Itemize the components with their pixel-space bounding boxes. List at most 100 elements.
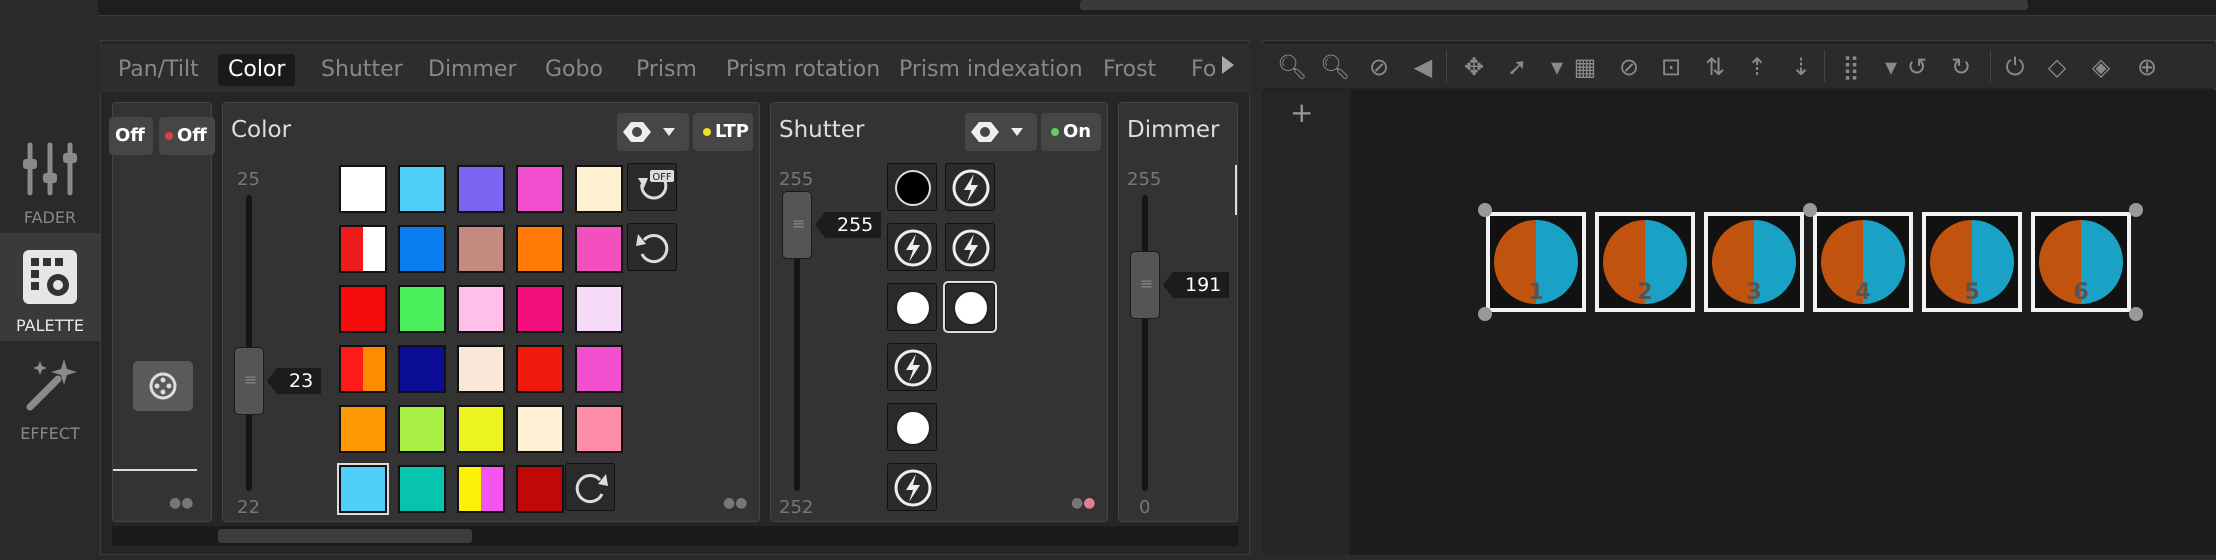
color-swatch[interactable] (398, 165, 446, 213)
tab-pan-tilt[interactable]: Pan/Tilt (108, 54, 209, 86)
selection-handle-br[interactable] (2129, 307, 2143, 321)
nav-effect[interactable]: EFFECT (0, 341, 100, 449)
color-swatch[interactable] (398, 285, 446, 333)
color-wheel-cw-button[interactable] (565, 463, 615, 511)
color-swatch[interactable] (457, 465, 505, 513)
card-menu-dots-icon[interactable]: ●● (169, 495, 193, 511)
color-swatch[interactable] (575, 285, 623, 333)
color-swatch[interactable] (575, 165, 623, 213)
color-swatch[interactable] (398, 405, 446, 453)
stage-canvas[interactable] (1350, 90, 2216, 555)
shutter-strobe-button[interactable] (887, 463, 937, 511)
color-swatch[interactable] (457, 285, 505, 333)
shutter-strobe-button[interactable] (887, 343, 937, 391)
color-swatch[interactable] (398, 345, 446, 393)
tab-prism-rotation[interactable]: Prism rotation (716, 54, 890, 86)
color-swatch[interactable] (457, 345, 505, 393)
selection-handle-bl[interactable] (1478, 307, 1492, 321)
nav-fader[interactable]: FADER (0, 125, 100, 233)
color-swatch[interactable] (339, 285, 387, 333)
tab-prism-indexation[interactable]: Prism indexation (889, 54, 1093, 86)
tab-scroll-right-icon[interactable] (1222, 56, 1234, 74)
grid-select-icon[interactable]: ▦ (1568, 50, 1602, 84)
fixture-1[interactable]: 1 (1486, 212, 1586, 312)
align-top-icon[interactable]: ⇡ (1740, 50, 1774, 84)
color-swatch[interactable] (339, 345, 387, 393)
tab-prism[interactable]: Prism (626, 54, 707, 86)
back-icon[interactable]: ◀ (1406, 50, 1440, 84)
selection-handle-tm[interactable] (1803, 203, 1817, 217)
redo-icon[interactable]: ↻ (1944, 50, 1978, 84)
color-swatch[interactable] (398, 225, 446, 273)
zoom-out-icon[interactable]: 🔍︎ (1275, 50, 1309, 84)
add-plus-icon[interactable]: + (1290, 96, 1313, 129)
color-swatch[interactable] (339, 405, 387, 453)
nav-palette[interactable]: PALETTE (0, 233, 100, 341)
selection-handle-tr[interactable] (2129, 203, 2143, 217)
color-swatch[interactable] (575, 225, 623, 273)
dimmer-slider-thumb[interactable] (1130, 251, 1160, 319)
zoom-in-icon[interactable]: 🔍︎ (1318, 50, 1352, 84)
selection-handle-tl[interactable] (1478, 203, 1492, 217)
tab-color[interactable]: Color (218, 54, 296, 86)
shutter-slider-thumb[interactable] (782, 191, 812, 259)
top-scrollbar[interactable] (1080, 0, 2028, 10)
swap-icon[interactable]: ⇅ (1698, 50, 1732, 84)
color-slider-thumb[interactable] (234, 347, 264, 415)
palette-hscroll-thumb[interactable] (218, 529, 472, 543)
tab-shutter[interactable]: Shutter (311, 54, 413, 86)
grid-layout-icon[interactable]: ⣿ (1834, 50, 1868, 84)
shutter-strobe-button[interactable] (945, 163, 995, 211)
color-fixture-select[interactable] (617, 113, 689, 151)
color-swatch[interactable] (516, 285, 564, 333)
shutter-strobe-button[interactable] (887, 223, 937, 271)
partial-off-pill-2[interactable]: Off (159, 117, 215, 155)
color-swatch[interactable] (457, 225, 505, 273)
color-swatch[interactable] (575, 405, 623, 453)
dimmer-slider-track[interactable] (1142, 195, 1148, 491)
tab-dimmer[interactable]: Dimmer (418, 54, 527, 86)
partial-off-pill-1[interactable]: Off (109, 117, 153, 155)
position-target-button[interactable] (133, 361, 193, 411)
clear-icon[interactable]: ⊘ (1612, 50, 1646, 84)
pointer-select-icon[interactable]: ➚ (1500, 50, 1534, 84)
fixture-5[interactable]: 5 (1922, 212, 2022, 312)
tab-gobo[interactable]: Gobo (535, 54, 613, 86)
align-bottom-icon[interactable]: ⇣ (1784, 50, 1818, 84)
fixture-6[interactable]: 6 (2031, 212, 2131, 312)
shutter-card-menu-dots-icon[interactable]: ●● (1071, 495, 1095, 511)
color-swatch[interactable] (457, 165, 505, 213)
color-swatch[interactable] (398, 465, 446, 513)
fixture-2[interactable]: 2 (1595, 212, 1695, 312)
color-swatch[interactable] (339, 165, 387, 213)
undo-icon[interactable]: ↺ (1900, 50, 1934, 84)
color-swatch[interactable] (516, 405, 564, 453)
color-swatch[interactable] (457, 405, 505, 453)
shutter-on-button[interactable]: On (1041, 113, 1101, 151)
color-ltp-button[interactable]: LTP (693, 113, 753, 151)
color-swatch[interactable] (339, 225, 387, 273)
invert-select-icon[interactable]: ⊡ (1654, 50, 1688, 84)
color-off-button[interactable]: OFF (627, 163, 677, 211)
move-icon[interactable]: ✥ (1457, 50, 1491, 84)
color-swatch[interactable] (337, 463, 389, 515)
fixture-4[interactable]: 4 (1813, 212, 1913, 312)
power-icon[interactable]: ⏻ (1998, 50, 2032, 84)
shutter-open-selected-button[interactable] (943, 281, 997, 333)
shutter-closed-button[interactable] (887, 163, 937, 211)
locate-off-icon[interactable]: ◇ (2040, 50, 2074, 84)
locate-icon[interactable]: ◈ (2084, 50, 2118, 84)
color-swatch[interactable] (516, 225, 564, 273)
color-wheel-ccw-button[interactable] (627, 223, 677, 271)
shutter-fixture-select[interactable] (965, 113, 1037, 151)
shutter-open-button[interactable] (887, 403, 937, 451)
dimmer-preset-partial[interactable] (1235, 165, 1237, 215)
target-icon[interactable]: ⊕ (2130, 50, 2164, 84)
color-swatch[interactable] (516, 345, 564, 393)
fixture-3[interactable]: 3 (1704, 212, 1804, 312)
shutter-strobe-button[interactable] (945, 223, 995, 271)
tab-focus-truncated[interactable]: Fo (1181, 54, 1226, 86)
color-swatch[interactable] (575, 345, 623, 393)
color-card-menu-dots-icon[interactable]: ●● (723, 495, 747, 511)
zoom-reset-icon[interactable]: ⊘ (1362, 50, 1396, 84)
